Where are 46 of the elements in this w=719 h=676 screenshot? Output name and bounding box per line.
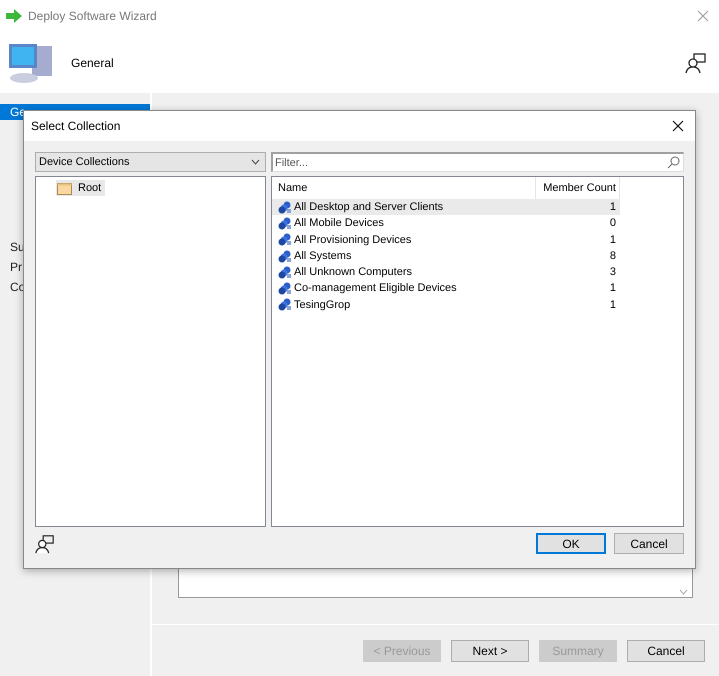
member-count: 1 [608,298,617,313]
member-count: 0 [608,216,617,232]
member-count: 3 [608,265,617,280]
collection-icon [278,233,292,246]
collection-name: All Provisioning Devices [294,232,412,248]
filter-field[interactable]: Filter... [271,152,684,172]
member-count: 8 [608,248,617,264]
dialog-button[interactable]: Cancel [614,533,684,554]
collection-row[interactable]: All Provisioning Devices 1 [272,232,620,248]
collection-name: All Systems [294,248,352,264]
tree-item[interactable]: Root [56,180,106,196]
collection-row[interactable]: All Unknown Computers 3 [272,264,620,280]
wizard-button[interactable]: Next > [451,640,529,662]
collection-row[interactable]: All Systems 8 [272,248,620,264]
collection-row[interactable]: All Mobile Devices 0 [272,215,620,232]
member-count: 1 [608,281,617,296]
collection-icon [278,298,292,312]
collection-icon [278,266,292,279]
collection-icon [278,250,292,263]
chevron-down-icon [251,159,260,165]
feedback-icon[interactable] [685,52,707,74]
collection-icon [278,282,292,296]
collection-row[interactable]: TesingGrop 1 [272,296,620,314]
member-count: 1 [608,232,617,248]
page-title: General [71,54,114,72]
dialog-button[interactable]: OK [536,533,606,554]
collection-icon [278,200,292,214]
window-title: Deploy Software Wizard [28,8,157,25]
collection-row[interactable]: Co-management Eligible Devices 1 [272,280,620,297]
collection-name: TesingGrop [294,298,350,313]
collection-name: All Mobile Devices [294,216,384,232]
dialog-title: Select Collection [31,118,120,135]
wizard-button[interactable]: Cancel [627,640,705,662]
member-count: 1 [608,200,617,215]
chevron-down-icon [679,589,688,595]
collection-name: All Unknown Computers [294,265,412,280]
collection-row[interactable]: All Desktop and Server Clients 1 [272,199,620,216]
collection-type-dropdown[interactable]: Device Collections [35,152,266,172]
search-icon [667,156,680,169]
folder-icon [57,182,72,194]
collection-icon [278,216,292,230]
close-icon[interactable] [672,120,684,132]
collection-name: All Desktop and Server Clients [294,200,444,215]
collection-name: Co-management Eligible Devices [294,281,457,296]
feedback-icon[interactable] [35,534,55,554]
arrow-icon [6,9,22,23]
